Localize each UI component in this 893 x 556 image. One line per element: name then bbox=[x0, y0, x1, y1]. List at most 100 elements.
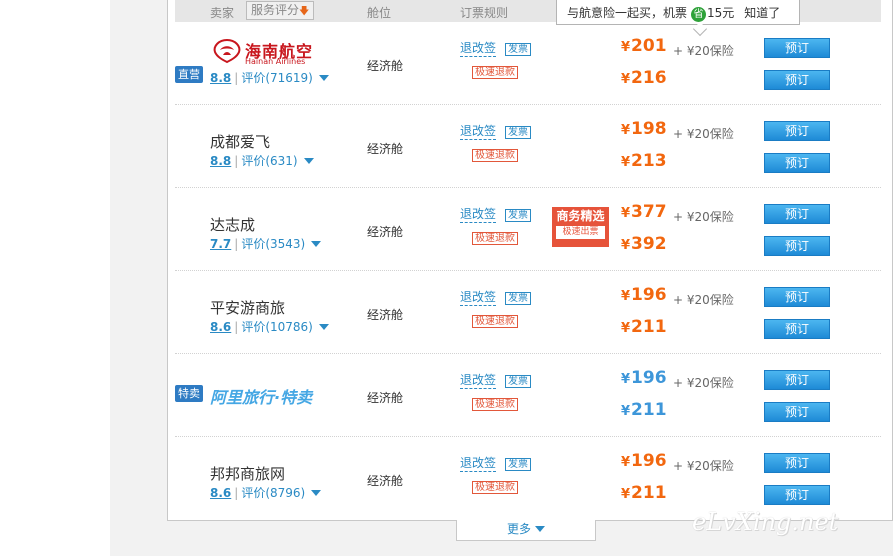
fast-refund-tag: 极速退款 bbox=[472, 315, 518, 328]
insurance-note: + ¥20保险 bbox=[673, 293, 734, 307]
cabin-class: 经济舱 bbox=[367, 308, 404, 322]
triangle-down-icon[interactable] bbox=[318, 75, 329, 81]
price-with-insurance: ¥201 bbox=[621, 36, 667, 56]
invoice-tag: 发票 bbox=[505, 43, 531, 56]
tooltip-amount: 15元 bbox=[707, 6, 735, 20]
price-plain: ¥216 bbox=[621, 68, 667, 88]
seller-name[interactable]: 成都爱飞 bbox=[210, 131, 270, 152]
rating-line: 8.8 | 评价(71619) bbox=[210, 69, 329, 86]
header-seller: 卖家 bbox=[210, 6, 235, 20]
book-button[interactable]: 预订 bbox=[764, 70, 830, 90]
insurance-note: + ¥20保险 bbox=[673, 44, 734, 58]
seller-name[interactable]: 阿里旅行·特卖 bbox=[210, 384, 312, 408]
triangle-down-icon[interactable] bbox=[311, 490, 322, 496]
review-link[interactable]: 评价(10786) bbox=[241, 320, 313, 334]
book-button[interactable]: 预订 bbox=[764, 153, 830, 173]
seller-name[interactable]: 达志成 bbox=[210, 214, 255, 235]
header-rules: 订票规则 bbox=[460, 6, 509, 20]
invoice-tag: 发票 bbox=[505, 209, 531, 222]
invoice-tag: 发票 bbox=[505, 375, 531, 388]
triangle-down-icon[interactable] bbox=[303, 158, 314, 164]
book-button[interactable]: 预订 bbox=[764, 121, 830, 141]
book-button[interactable]: 预订 bbox=[764, 485, 830, 505]
triangle-down-icon[interactable] bbox=[311, 241, 322, 247]
refund-rules-link[interactable]: 退改签 bbox=[460, 207, 497, 223]
seller-name[interactable]: 邦邦商旅网 bbox=[210, 463, 285, 484]
cabin-class: 经济舱 bbox=[367, 474, 404, 488]
service-sort-label: 服务评分 bbox=[251, 3, 300, 17]
rating-line: 8.6 | 评价(8796) bbox=[210, 484, 322, 501]
review-link[interactable]: 评价(8796) bbox=[241, 486, 305, 500]
cabin-class: 经济舱 bbox=[367, 391, 404, 405]
rating-line: 8.8 | 评价(631) bbox=[210, 152, 314, 169]
seller-name-en: Hainan Airlines bbox=[245, 57, 306, 66]
book-button[interactable]: 预订 bbox=[764, 402, 830, 422]
price-plain: ¥392 bbox=[621, 234, 667, 254]
price-with-insurance: ¥198 bbox=[621, 119, 667, 139]
review-link[interactable]: 评价(631) bbox=[241, 154, 297, 168]
invoice-tag: 发票 bbox=[505, 292, 531, 305]
insurance-note: + ¥20保险 bbox=[673, 376, 734, 390]
book-button[interactable]: 预订 bbox=[764, 38, 830, 58]
more-label: 更多 bbox=[506, 522, 531, 536]
invoice-tag: 发票 bbox=[505, 126, 531, 139]
fast-refund-tag: 极速退款 bbox=[472, 232, 518, 245]
fast-refund-tag: 极速退款 bbox=[472, 149, 518, 162]
cabin-class: 经济舱 bbox=[367, 142, 404, 156]
service-score[interactable]: 8.6 bbox=[210, 486, 231, 500]
business-select-badge: 商务精选 极速出票 bbox=[552, 207, 609, 247]
price-with-insurance: ¥377 bbox=[621, 202, 667, 222]
insurance-note: + ¥20保险 bbox=[673, 459, 734, 473]
insurance-note: + ¥20保险 bbox=[673, 210, 734, 224]
price-plain: ¥213 bbox=[621, 151, 667, 171]
book-button[interactable]: 预订 bbox=[764, 370, 830, 390]
price-with-insurance: ¥196 bbox=[621, 451, 667, 471]
table-row: 成都爱飞 8.8 | 评价(631) 经济舱 退改签 发票 极速退款 ¥198 + … bbox=[175, 105, 881, 188]
tooltip-dismiss-link[interactable]: 知道了 bbox=[744, 6, 780, 20]
book-button[interactable]: 预订 bbox=[764, 453, 830, 473]
book-button[interactable]: 预订 bbox=[764, 287, 830, 307]
triangle-down-icon bbox=[535, 526, 545, 532]
review-link[interactable]: 评价(71619) bbox=[241, 71, 313, 85]
refund-rules-link[interactable]: 退改签 bbox=[460, 41, 497, 57]
refund-rules-link[interactable]: 退改签 bbox=[460, 290, 497, 306]
service-score[interactable]: 7.7 bbox=[210, 237, 231, 251]
invoice-tag: 发票 bbox=[505, 458, 531, 471]
arrow-down-icon: 🡇 bbox=[299, 6, 310, 17]
business-select-sub: 极速出票 bbox=[556, 226, 605, 239]
more-results-button[interactable]: 更多 bbox=[456, 520, 596, 541]
table-row: 达志成 7.7 | 评价(3543) 经济舱 退改签 发票 极速退款 ¥377 + … bbox=[175, 188, 881, 271]
refund-rules-link[interactable]: 退改签 bbox=[460, 456, 497, 472]
triangle-down-icon[interactable] bbox=[318, 324, 329, 330]
price-with-insurance: ¥196 bbox=[621, 368, 667, 388]
service-score[interactable]: 8.6 bbox=[210, 320, 231, 334]
refund-rules-link[interactable]: 退改签 bbox=[460, 124, 497, 140]
header-cabin: 舱位 bbox=[367, 6, 392, 20]
service-score[interactable]: 8.8 bbox=[210, 154, 231, 168]
refund-rules-link[interactable]: 退改签 bbox=[460, 373, 497, 389]
table-row: 特卖 阿里旅行·特卖 经济舱 退改签 发票 极速退款 ¥196 + ¥20保险 … bbox=[175, 354, 881, 437]
seller-name[interactable]: 平安游商旅 bbox=[210, 297, 285, 318]
cabin-class: 经济舱 bbox=[367, 59, 404, 73]
table-row: 直营 海南航空 Hainan Airlines 8.8 | 评价(71619) 经济… bbox=[175, 22, 881, 105]
insurance-note: + ¥20保险 bbox=[673, 127, 734, 141]
direct-badge: 直营 bbox=[175, 66, 203, 83]
watermark: eLvXing.net bbox=[692, 508, 839, 536]
service-score[interactable]: 8.8 bbox=[210, 71, 231, 85]
hainan-airlines-logo bbox=[213, 38, 241, 64]
book-button[interactable]: 预订 bbox=[764, 319, 830, 339]
cabin-class: 经济舱 bbox=[367, 225, 404, 239]
price-plain: ¥211 bbox=[621, 483, 667, 503]
left-margin bbox=[0, 0, 110, 556]
price-with-insurance: ¥196 bbox=[621, 285, 667, 305]
price-plain: ¥211 bbox=[621, 317, 667, 337]
review-link[interactable]: 评价(3543) bbox=[241, 237, 305, 251]
fast-refund-tag: 极速退款 bbox=[472, 66, 518, 79]
insurance-tooltip: 与航意险一起买，机票省 15元 知道了 bbox=[556, 0, 800, 37]
service-sort-button[interactable]: 服务评分🡇 bbox=[246, 1, 315, 20]
special-sale-badge: 特卖 bbox=[175, 385, 203, 402]
book-button[interactable]: 预订 bbox=[764, 236, 830, 256]
rating-line: 7.7 | 评价(3543) bbox=[210, 235, 322, 252]
book-button[interactable]: 预订 bbox=[764, 204, 830, 224]
rating-line: 8.6 | 评价(10786) bbox=[210, 318, 329, 335]
